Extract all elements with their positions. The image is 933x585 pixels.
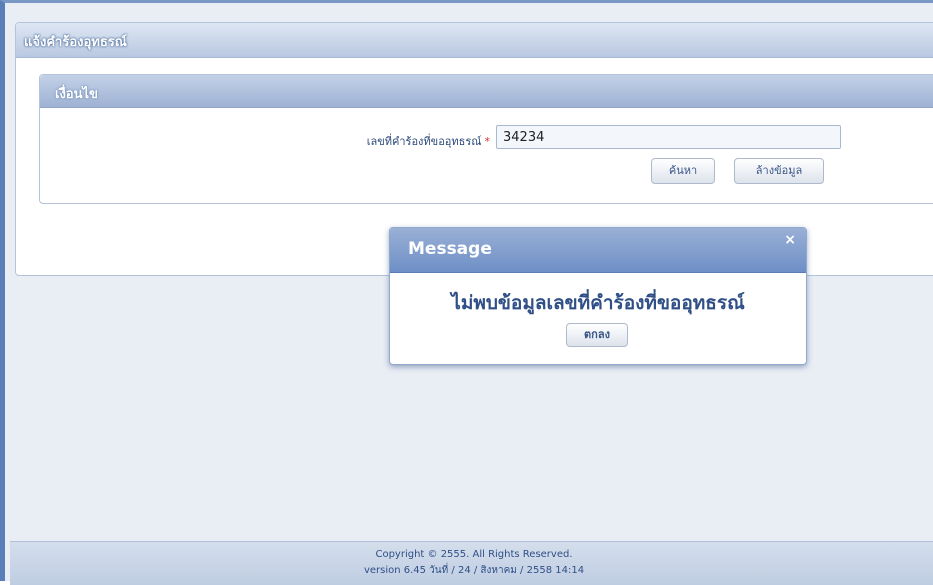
request-number-label-text: เลขที่คำร้องที่ขออุทธรณ์	[366, 135, 482, 148]
app-frame: แจ้งคำร้องอุทธรณ์ เงื่อนไข เลขที่คำร้องท…	[0, 0, 933, 585]
footer: Copyright © 2555. All Rights Reserved. v…	[10, 541, 933, 585]
criteria-panel: เงื่อนไข เลขที่คำร้องที่ขออุทธรณ์* ค้นหา…	[39, 74, 933, 204]
message-dialog: Message × ไม่พบข้อมูลเลขที่คำร้องที่ขออุ…	[389, 227, 807, 365]
version-text: version 6.45 วันที่ / 24 / สิงหาคม / 255…	[363, 565, 585, 576]
page-title: แจ้งคำร้องอุทธรณ์	[24, 35, 127, 50]
ok-button[interactable]: ตกลง	[566, 323, 628, 347]
clear-button[interactable]: ล้างข้อมูล	[734, 158, 824, 184]
copyright-text: Copyright © 2555. All Rights Reserved.	[375, 549, 573, 560]
close-icon[interactable]: ×	[784, 232, 796, 248]
criteria-title: เงื่อนไข	[55, 87, 98, 102]
search-button[interactable]: ค้นหา	[651, 158, 715, 184]
required-marker: *	[484, 135, 491, 148]
request-number-input[interactable]	[496, 125, 841, 149]
panel-header: แจ้งคำร้องอุทธรณ์	[16, 23, 933, 58]
dialog-message: ไม่พบข้อมูลเลขที่คำร้องที่ขออุทธรณ์	[451, 292, 745, 314]
criteria-header: เงื่อนไข	[40, 75, 933, 108]
request-number-label: เลขที่คำร้องที่ขออุทธรณ์ *	[290, 132, 490, 150]
dialog-title: Message	[408, 239, 492, 259]
dialog-header: Message ×	[390, 228, 806, 273]
